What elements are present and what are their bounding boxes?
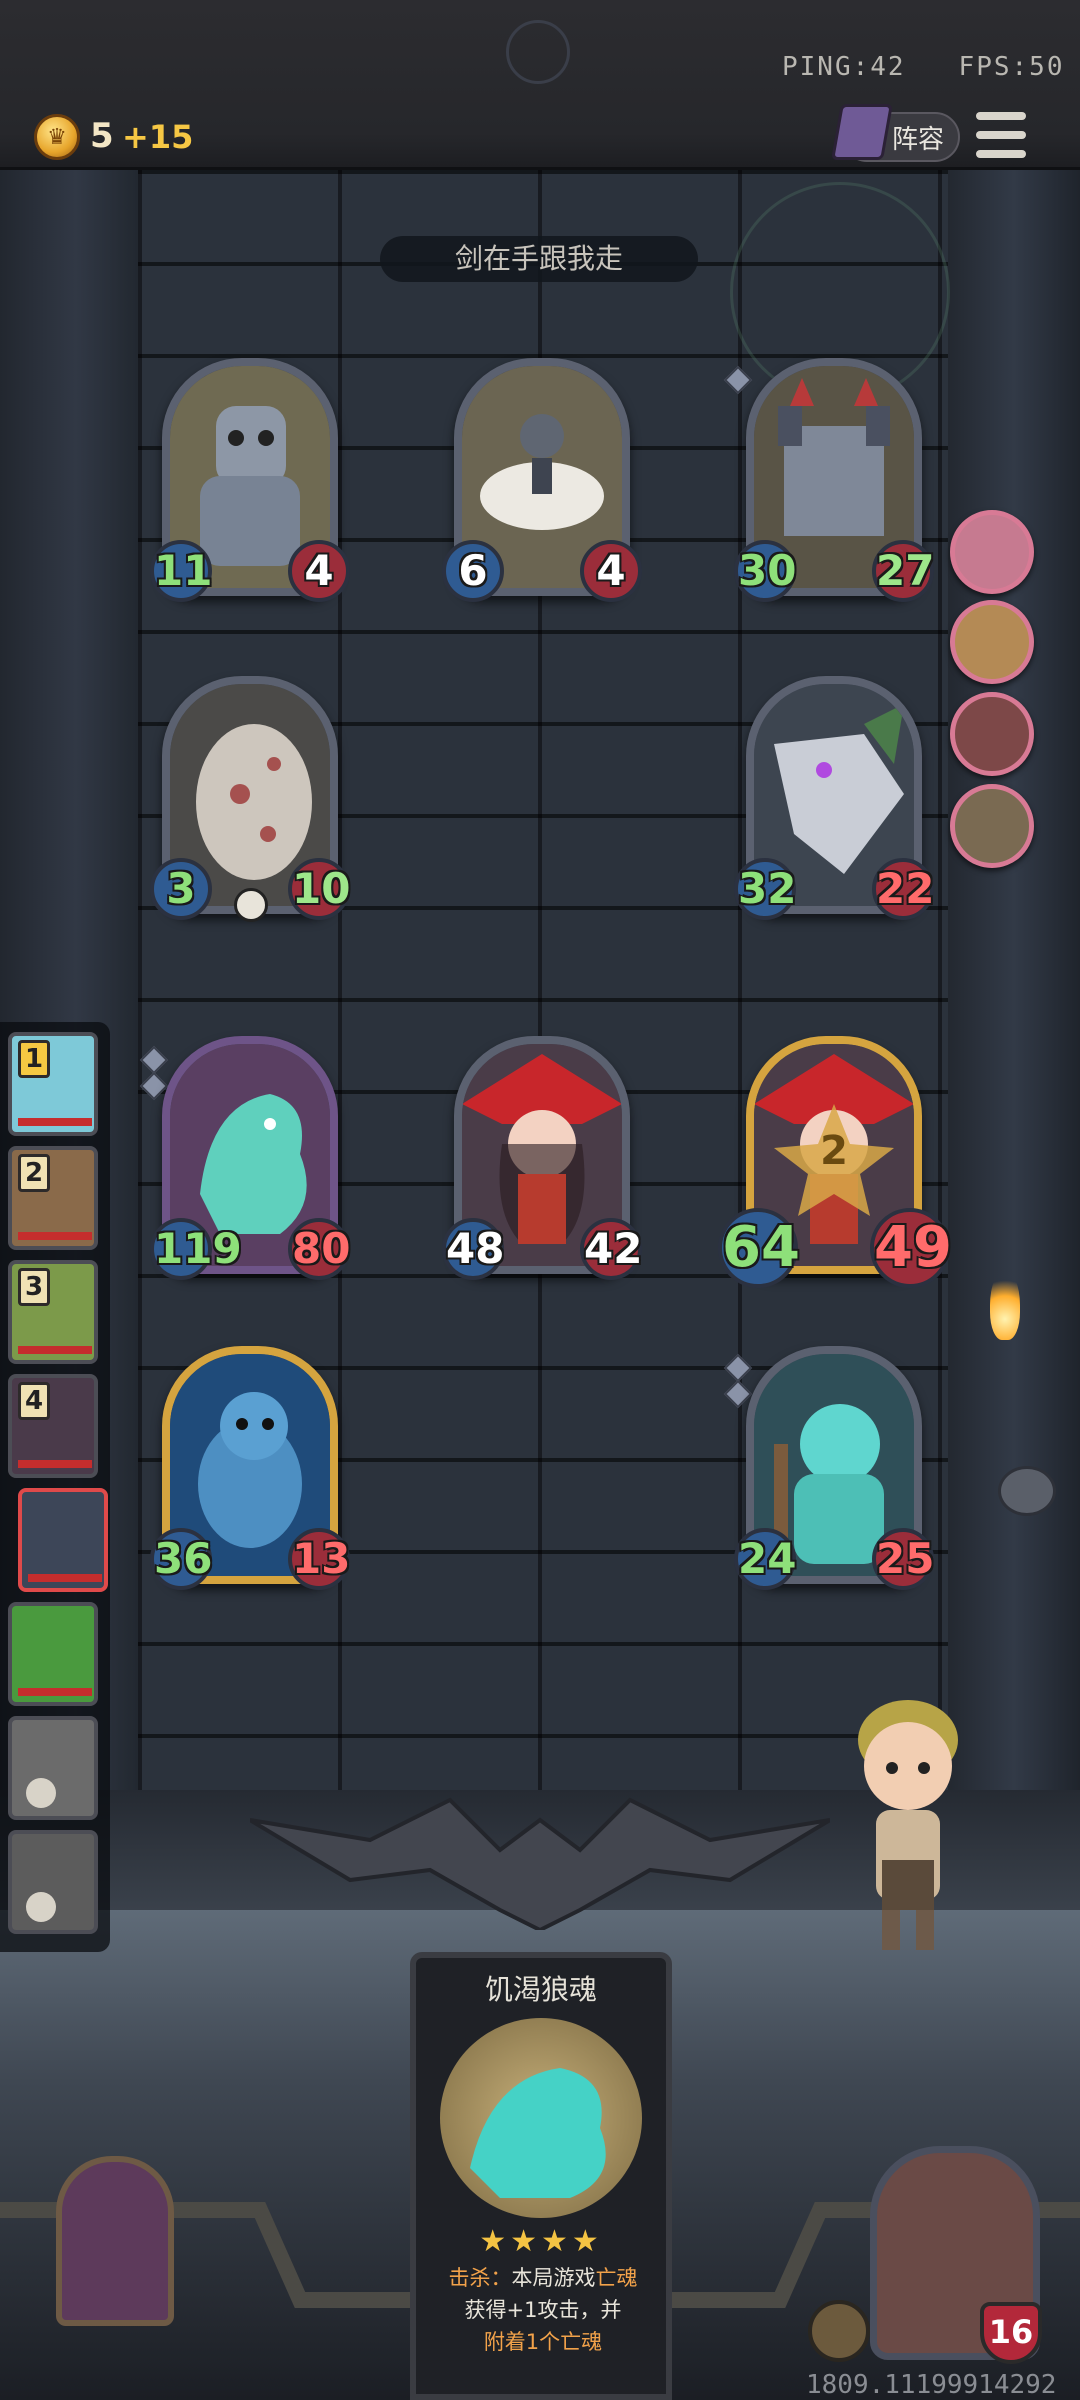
skull-icon — [234, 888, 268, 922]
minion-health: 13 — [288, 1528, 350, 1590]
shop-card-name: 饥渴狼魂 — [484, 1973, 597, 2006]
minion-attack: 6 — [442, 540, 504, 602]
build-id-text: 1809.11199914292 — [806, 2370, 1057, 2400]
menu-button[interactable] — [976, 112, 1026, 158]
player-minion-red-witch-golden[interactable]: 2 64 49 — [718, 1036, 952, 1288]
minion-health: 25 — [872, 1528, 934, 1590]
minion-health: 80 — [288, 1218, 350, 1280]
minion-attack: 24 — [734, 1528, 796, 1590]
hero-power-button[interactable] — [808, 2300, 870, 2362]
rank-badge: 3 — [18, 1268, 50, 1306]
enemy-minion-castle-golem[interactable]: 30 27 — [723, 358, 934, 602]
reward-orb-ship-icon[interactable] — [950, 784, 1034, 868]
reward-orb-brain-icon[interactable] — [950, 692, 1034, 776]
camera-cutout — [506, 20, 570, 84]
roster-player-4[interactable]: 4 — [8, 1374, 98, 1478]
health-bar — [18, 1688, 92, 1696]
minion-health: 49 — [870, 1208, 952, 1288]
gold-value: 5 — [90, 116, 114, 156]
minion-attack: 48 — [442, 1218, 504, 1280]
gold-coin-icon: ♛ — [34, 114, 80, 160]
minion-attack: 3 — [150, 858, 212, 920]
enemy-minion-robot[interactable]: 11 4 — [150, 358, 350, 602]
enemy-minion-egg[interactable]: 3 10 — [150, 676, 350, 922]
compass-shop-icon[interactable] — [56, 2156, 174, 2326]
player-minion-blue-dragon[interactable]: 36 13 — [150, 1346, 350, 1590]
bat-ornament-icon — [250, 1797, 830, 1930]
roster-player-3[interactable]: 3 — [8, 1260, 98, 1364]
right-pillar — [948, 170, 1080, 1910]
enemy-minion-ballerina-robot[interactable]: 6 4 — [442, 358, 642, 602]
roster-player-1[interactable]: 1 — [8, 1032, 98, 1136]
shop-card[interactable]: 饥渴狼魂 ★★★★ 击杀：本局游戏亡魂 获得+1攻击，并 附着1个亡魂 — [410, 1952, 672, 2400]
health-bar — [18, 1460, 92, 1468]
minion-attack: 11 — [150, 540, 212, 602]
ping-text: PING:42 — [782, 52, 906, 82]
desc-text: 获得+1攻击，并 — [464, 2298, 622, 2322]
kid-mascot-icon — [858, 1700, 958, 1950]
rank-badge: 4 — [18, 1382, 50, 1420]
rank-badge: 1 — [18, 1040, 50, 1078]
menu-bar-icon — [976, 112, 1026, 120]
reward-orb-snail-icon[interactable] — [950, 510, 1034, 594]
minion-health: 10 — [288, 858, 350, 920]
minion-attack: 30 — [734, 540, 796, 602]
lineup-book-icon — [831, 104, 893, 160]
desc-keyword: 附着1个亡魂 — [483, 2330, 603, 2354]
player-roster: 1 2 3 4 — [0, 1022, 110, 1952]
minion-health: 27 — [872, 540, 934, 602]
chat-bubble-icon[interactable] — [998, 1466, 1056, 1516]
gold-income: +15 — [122, 118, 194, 156]
roster-player-8-eliminated[interactable] — [8, 1830, 98, 1934]
player-minion-red-witch[interactable]: 48 42 — [442, 1036, 642, 1280]
menu-bar-icon — [976, 150, 1026, 158]
health-bar — [18, 1232, 92, 1240]
minion-attack: 64 — [718, 1208, 800, 1288]
fps-text: FPS:50 — [958, 52, 1065, 82]
star-rating: ★★★★ — [479, 2224, 603, 2259]
tier-badge: 2 — [820, 1128, 848, 1174]
health-bar — [28, 1574, 102, 1582]
minion-health: 4 — [288, 540, 350, 602]
desc-keyword: 亡魂 — [595, 2266, 638, 2290]
health-bar — [18, 1346, 92, 1354]
minion-health: 4 — [580, 540, 642, 602]
network-stats: PING:42 FPS:50 — [782, 52, 1064, 82]
roster-player-self[interactable] — [18, 1488, 108, 1592]
minion-health: 42 — [580, 1218, 642, 1280]
rank-badge: 2 — [18, 1154, 50, 1192]
minion-attack: 32 — [734, 858, 796, 920]
shop-card-description: 击杀：本局游戏亡魂 获得+1攻击，并 附着1个亡魂 — [424, 2262, 662, 2358]
desc-text: 本局游戏 — [511, 2266, 596, 2290]
roster-player-2[interactable]: 2 — [8, 1146, 98, 1250]
player-minion-spirit-warrior[interactable]: 24 25 — [723, 1346, 934, 1590]
player-minion-ghost-wolf[interactable]: 119 80 — [139, 1036, 350, 1280]
menu-bar-icon — [976, 131, 1026, 139]
ghost-wolf-art-icon — [440, 2018, 642, 2218]
health-bar — [18, 1118, 92, 1126]
hero-health: 16 — [980, 2302, 1042, 2364]
skull-icon — [26, 1892, 56, 1922]
lineup-label: 阵容 — [892, 124, 945, 155]
roster-player-6[interactable] — [8, 1602, 98, 1706]
enemy-minion-bone-dragon[interactable]: 32 22 — [734, 676, 934, 920]
desc-keyword: 击杀： — [448, 2266, 512, 2290]
skull-icon — [26, 1778, 56, 1808]
reward-orb-wall-icon[interactable] — [950, 600, 1034, 684]
minion-attack: 119 — [150, 1218, 242, 1280]
minion-attack: 36 — [150, 1528, 212, 1590]
roster-player-7-eliminated[interactable] — [8, 1716, 98, 1820]
torch-flame-icon — [990, 1270, 1020, 1340]
enemy-name-banner: 剑在手跟我走 — [380, 236, 698, 282]
minion-health: 22 — [872, 858, 934, 920]
